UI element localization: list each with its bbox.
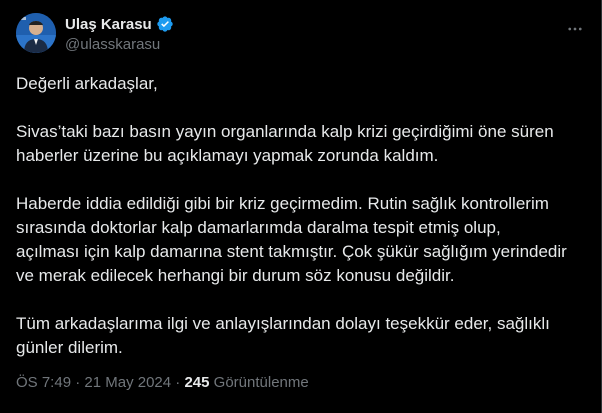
tweet-meta: ÖS 7:49 · 21 May 2024 · 245 Görüntülenme: [16, 374, 309, 391]
views-label: Görüntülenme: [209, 374, 309, 391]
avatar[interactable]: [16, 13, 56, 53]
tweet-paragraph: Haberde iddia edildiği gibi bir kriz geç…: [16, 194, 567, 285]
tweet-date[interactable]: 21 May 2024: [84, 374, 171, 391]
author-names: Ulaş Karasu @ulasskarasu: [65, 14, 174, 53]
avatar-image: [16, 13, 56, 53]
more-options-icon[interactable]: [564, 18, 586, 40]
views-count[interactable]: 245: [184, 374, 209, 391]
tweet-paragraph: Sivas’taki bazı basın yayın organlarında…: [16, 122, 554, 165]
tweet-card: Ulaş Karasu @ulasskarasu Değerli arkadaş…: [0, 0, 602, 413]
user-handle[interactable]: @ulasskarasu: [65, 36, 174, 53]
meta-separator: ·: [71, 374, 85, 391]
tweet-text: Değerli arkadaşlar, Sivas’taki bazı bası…: [16, 72, 586, 360]
display-name[interactable]: Ulaş Karasu: [65, 16, 152, 33]
tweet-header: Ulaş Karasu @ulasskarasu: [16, 10, 586, 58]
tweet-paragraph: Tüm arkadaşlarıma ilgi ve anlayışlarında…: [16, 314, 550, 357]
meta-separator: ·: [171, 374, 185, 391]
display-name-row: Ulaş Karasu: [65, 14, 174, 34]
tweet-time[interactable]: ÖS 7:49: [16, 374, 71, 391]
tweet-paragraph: Değerli arkadaşlar,: [16, 74, 158, 93]
verified-badge-icon[interactable]: [156, 15, 174, 33]
